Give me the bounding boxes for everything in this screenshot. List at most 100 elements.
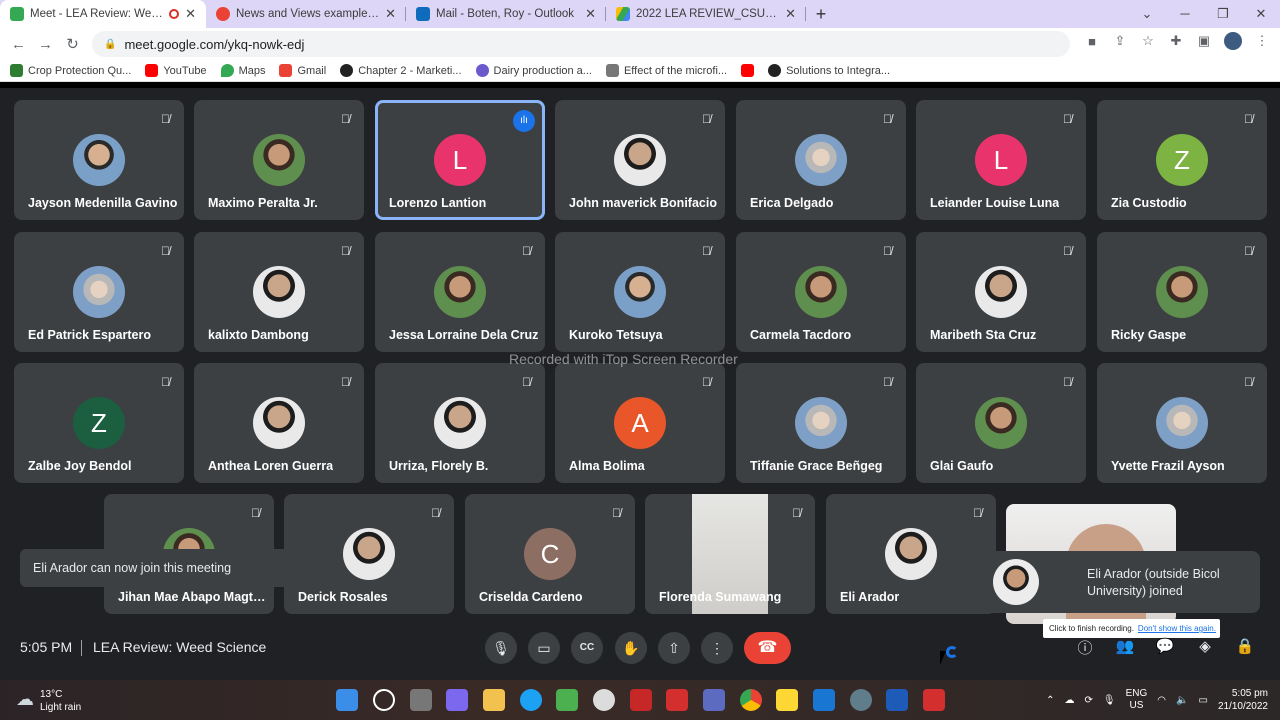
chrome-icon[interactable] [740, 689, 762, 711]
participant-tile[interactable]: 🎙̸ Anthea Loren Guerra [194, 363, 364, 483]
start-icon[interactable] [336, 689, 358, 711]
leave-call-button[interactable]: ☎ [744, 632, 791, 664]
more-menu-icon[interactable]: ⋮ [1254, 33, 1270, 49]
participant-tile[interactable]: 🎙̸ Erica Delgado [736, 100, 906, 220]
chat-icon[interactable]: 💬 [1155, 637, 1175, 655]
captions-button[interactable]: CC [571, 632, 603, 664]
bookmark-item[interactable]: Chapter 2 - Marketi... [340, 64, 462, 77]
close-tab-icon[interactable]: ✕ [585, 6, 596, 22]
microphone-tray-icon[interactable]: 🎙 [1103, 695, 1116, 706]
participant-tile[interactable]: 🎙̸ Kuroko Tetsuya [555, 232, 725, 352]
task-view-icon[interactable] [410, 689, 432, 711]
bookmark-star-icon[interactable]: ☆ [1140, 33, 1156, 49]
settings-icon[interactable] [850, 689, 872, 711]
forward-icon[interactable]: → [32, 36, 59, 53]
activities-icon[interactable]: ◈ [1195, 637, 1215, 655]
address-bar[interactable]: 🔒 meet.google.com/ykq-nowk-edj [92, 31, 1070, 57]
screen-recorder-icon[interactable] [666, 689, 688, 711]
sticky-notes-icon[interactable] [776, 689, 798, 711]
meeting-details-icon[interactable]: ⓘ [1075, 637, 1095, 658]
bookmark-item[interactable]: YouTube [145, 64, 207, 77]
participant-tile[interactable]: 🎙̸ C Criselda Cardeno [465, 494, 635, 614]
more-options-button[interactable]: ⋮ [701, 632, 733, 664]
participant-tile[interactable]: 🎙̸ Urriza, Florely B. [375, 363, 545, 483]
teams-icon[interactable] [446, 689, 468, 711]
minimize-icon[interactable]: ─ [1166, 0, 1204, 28]
file-explorer-icon[interactable] [483, 689, 505, 711]
participant-tile[interactable]: 🎙̸ Ed Patrick Espartero [14, 232, 184, 352]
back-icon[interactable]: ← [5, 36, 32, 53]
chevron-up-icon[interactable]: ⌃ [1046, 695, 1054, 706]
store-icon[interactable] [556, 689, 578, 711]
onedrive-icon[interactable]: ☁ [1065, 695, 1075, 706]
bookmark-item[interactable]: Dairy production a... [475, 64, 592, 77]
participant-tile[interactable]: 🎙̸ Z Zalbe Joy Bendol [14, 363, 184, 483]
bookmark-item[interactable]: Effect of the microfi... [605, 64, 727, 77]
participant-tile[interactable]: 🎙̸ L Leiander Louise Luna [916, 100, 1086, 220]
reload-icon[interactable]: ↻ [59, 35, 86, 53]
p-app-icon[interactable] [703, 689, 725, 711]
joined-notification: Eli Arador (outside Bicol University) jo… [960, 551, 1260, 613]
participant-tile[interactable]: 🎙̸ Glai Gaufo [916, 363, 1086, 483]
xbox-icon[interactable] [593, 689, 615, 711]
host-controls-icon[interactable]: 🔒 [1235, 637, 1255, 655]
tab-meet[interactable]: Meet - LEA Review: Weed Sc ✕ [0, 0, 206, 28]
wifi-icon[interactable]: ◠ [1157, 695, 1166, 706]
mic-muted-icon: 🎙̸ [792, 506, 801, 520]
participant-name: Eli Arador [840, 590, 900, 604]
sync-icon[interactable]: ⟳ [1085, 695, 1093, 706]
participant-tile[interactable]: 🎙̸ Florenda Sumawang [645, 494, 815, 614]
participant-tile[interactable]: 🎙̸ A Alma Bolima [555, 363, 725, 483]
volume-icon[interactable]: 🔈 [1176, 695, 1188, 706]
participant-tile[interactable]: 🎙̸ Maribeth Sta Cruz [916, 232, 1086, 352]
battery-icon[interactable]: ▭ [1198, 695, 1207, 706]
participant-tile[interactable]: 🎙̸ Tiffanie Grace Beñgeg [736, 363, 906, 483]
participant-tile[interactable]: 🎙̸ Jessa Lorraine Dela Cruz [375, 232, 545, 352]
bookmark-item[interactable]: Crop Protection Qu... [10, 64, 131, 77]
participant-tile[interactable]: 🎙̸ John maverick Bonifacio [555, 100, 725, 220]
participant-tile[interactable]: 🎙̸ Ricky Gaspe [1097, 232, 1267, 352]
raise-hand-button[interactable]: ✋ [615, 632, 647, 664]
profile-avatar[interactable] [1224, 32, 1242, 50]
microphone-button[interactable]: 🎙 [485, 632, 517, 664]
tab-pptx[interactable]: News and Views example.pptx: 2 ✕ [206, 0, 406, 28]
avatar [1156, 397, 1208, 449]
close-tab-icon[interactable]: ✕ [185, 6, 196, 22]
new-tab-button[interactable]: + [806, 0, 836, 28]
present-screen-button[interactable]: ⇧ [658, 632, 690, 664]
camera-icon[interactable]: ■ [1084, 34, 1100, 49]
participant-tile[interactable]: 🎙̸ Yvette Frazil Ayson [1097, 363, 1267, 483]
tab-outlook[interactable]: Mail - Boten, Roy - Outlook ✕ [406, 0, 606, 28]
acrobat-icon[interactable] [923, 689, 945, 711]
mcafee-icon[interactable] [630, 689, 652, 711]
tab-drive[interactable]: 2022 LEA REVIEW_CSU_PIAT_CRO ✕ [606, 0, 806, 28]
close-window-icon[interactable]: ✕ [1242, 0, 1280, 28]
participant-tile[interactable]: ılı L Lorenzo Lantion [375, 100, 545, 220]
people-icon[interactable]: 👥 [1115, 637, 1135, 655]
tab-search-icon[interactable]: ⌄ [1128, 0, 1166, 28]
clock[interactable]: 5:05 pm 21/10/2022 [1218, 687, 1268, 713]
bookmark-item[interactable]: Solutions to Integra... [768, 64, 890, 77]
participant-tile[interactable]: 🎙̸ Maximo Peralta Jr. [194, 100, 364, 220]
language-indicator[interactable]: ENG US [1126, 688, 1148, 712]
sidebar-icon[interactable]: ▣ [1196, 33, 1212, 49]
edge-icon[interactable] [520, 689, 542, 711]
participant-tile[interactable]: 🎙̸ Z Zia Custodio [1097, 100, 1267, 220]
extensions-icon[interactable]: ✚ [1168, 33, 1184, 49]
camera-button[interactable]: ▭ [528, 632, 560, 664]
participant-tile[interactable]: 🎙̸ Jayson Medenilla Gavino [14, 100, 184, 220]
search-icon[interactable] [373, 689, 395, 711]
bookmark-item[interactable] [741, 64, 755, 77]
participant-tile[interactable]: 🎙̸ Derick Rosales [284, 494, 454, 614]
close-tab-icon[interactable]: ✕ [385, 6, 396, 22]
photos-icon[interactable] [813, 689, 835, 711]
participant-tile[interactable]: 🎙̸ Carmela Tacdoro [736, 232, 906, 352]
close-tab-icon[interactable]: ✕ [785, 6, 796, 22]
maximize-icon[interactable]: ❐ [1204, 0, 1242, 28]
participant-tile[interactable]: 🎙̸ kalixto Dambong [194, 232, 364, 352]
share-icon[interactable]: ⇪ [1112, 33, 1128, 49]
bookmark-item[interactable]: Maps [220, 64, 265, 77]
bookmark-item[interactable]: Gmail [279, 64, 326, 77]
word-icon[interactable] [886, 689, 908, 711]
weather-widget[interactable]: ☁ 13°C Light rain [16, 688, 81, 714]
